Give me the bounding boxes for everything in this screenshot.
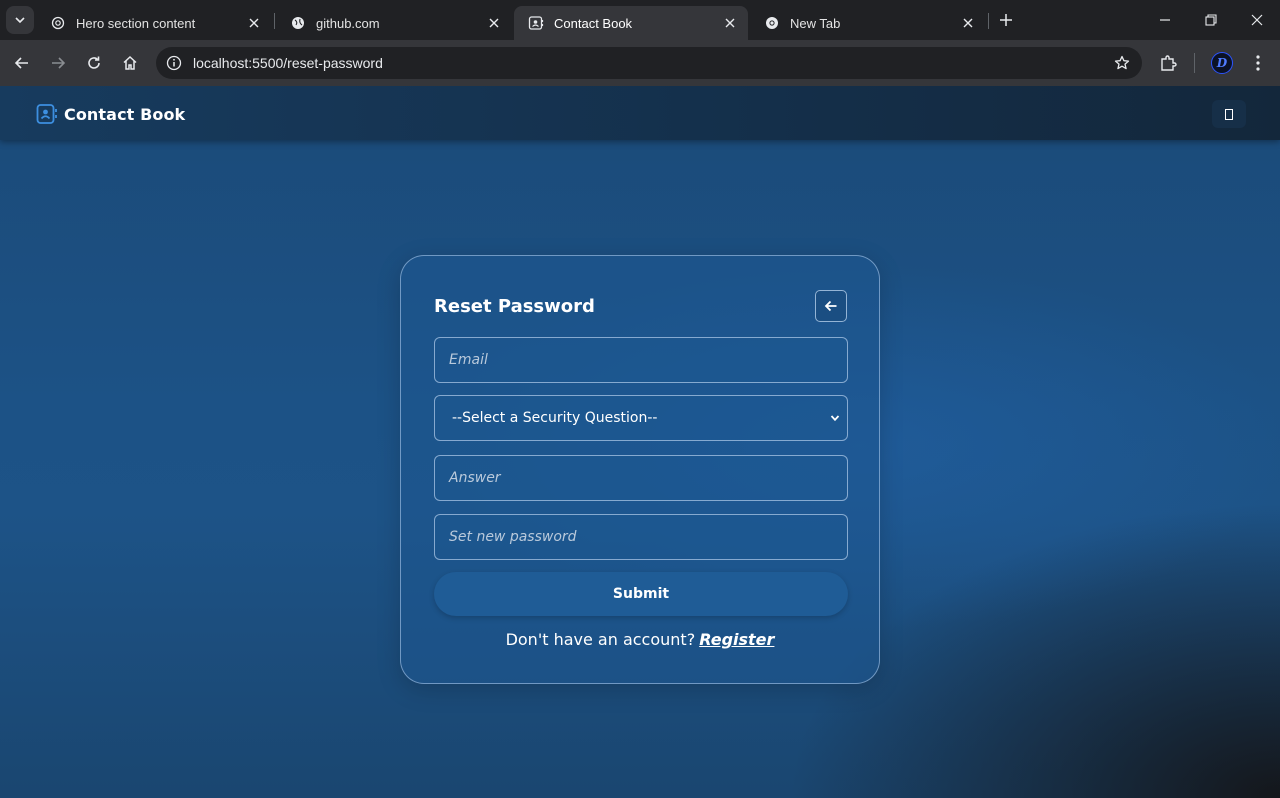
restore-button[interactable] bbox=[1188, 0, 1234, 40]
puzzle-icon bbox=[1161, 55, 1177, 71]
reload-icon bbox=[88, 56, 100, 69]
submit-button[interactable]: Submit bbox=[434, 572, 848, 616]
tab-title: github.com bbox=[316, 15, 380, 31]
toolbar-divider bbox=[1194, 53, 1195, 73]
restore-icon bbox=[1205, 14, 1217, 26]
email-placeholder: Email bbox=[449, 352, 488, 368]
tab-new-tab[interactable]: New Tab bbox=[750, 6, 986, 40]
more-vert-icon bbox=[1256, 55, 1260, 71]
browser-menu-button[interactable] bbox=[1242, 47, 1274, 79]
answer-field[interactable]: Answer bbox=[434, 455, 848, 501]
new-password-placeholder: Set new password bbox=[449, 529, 577, 545]
close-icon bbox=[1251, 14, 1263, 26]
address-bar[interactable]: localhost:5500/reset-password bbox=[156, 47, 1142, 79]
close-icon[interactable] bbox=[722, 15, 738, 31]
answer-placeholder: Answer bbox=[449, 470, 501, 486]
email-field[interactable]: Email bbox=[434, 337, 848, 383]
close-icon[interactable] bbox=[960, 15, 976, 31]
address-url[interactable]: localhost:5500/reset-password bbox=[193, 55, 383, 71]
home-icon bbox=[123, 55, 137, 70]
register-prompt-text: Don't have an account? bbox=[505, 630, 696, 649]
register-prompt: Don't have an account? Register bbox=[401, 630, 879, 649]
reload-button[interactable] bbox=[78, 47, 110, 79]
tab-title: Contact Book bbox=[554, 15, 633, 31]
tab-github[interactable]: github.com bbox=[276, 6, 512, 40]
brand-name: Contact Book bbox=[64, 104, 186, 124]
new-tab-button[interactable] bbox=[994, 8, 1018, 32]
chrome-icon bbox=[764, 15, 780, 31]
close-window-button[interactable] bbox=[1234, 0, 1280, 40]
close-icon[interactable] bbox=[486, 15, 502, 31]
page-content: Contact Book Reset Password Email --Sele… bbox=[0, 86, 1280, 798]
tab-title: Hero section content bbox=[76, 15, 196, 31]
plus-icon bbox=[1000, 14, 1012, 26]
tab-divider bbox=[988, 13, 989, 29]
back-button[interactable] bbox=[6, 47, 38, 79]
profile-avatar[interactable]: D bbox=[1211, 52, 1233, 74]
tab-divider bbox=[274, 13, 275, 29]
register-link[interactable]: Register bbox=[699, 630, 774, 649]
close-icon[interactable] bbox=[246, 15, 262, 31]
bookmark-star-icon[interactable] bbox=[1110, 51, 1134, 75]
contact-book-icon bbox=[528, 15, 544, 31]
site-info-icon[interactable] bbox=[158, 47, 190, 79]
arrow-left-icon bbox=[824, 300, 837, 312]
form-title: Reset Password bbox=[434, 296, 595, 317]
minimize-button[interactable] bbox=[1142, 0, 1188, 40]
tab-title: New Tab bbox=[790, 15, 841, 31]
brand[interactable]: Contact Book bbox=[36, 103, 185, 125]
minimize-icon bbox=[1160, 19, 1170, 21]
forward-button[interactable] bbox=[42, 47, 74, 79]
menu-toggle-button[interactable] bbox=[1212, 100, 1246, 128]
globe-icon bbox=[290, 15, 306, 31]
arrow-left-icon bbox=[14, 57, 28, 69]
back-to-login-button[interactable] bbox=[815, 290, 847, 322]
reset-password-card: Reset Password Email --Select a Security… bbox=[400, 255, 880, 684]
menu-icon bbox=[1225, 108, 1233, 120]
security-question-select[interactable]: --Select a Security Question-- bbox=[434, 395, 848, 441]
contact-book-logo-icon bbox=[36, 103, 58, 125]
home-button[interactable] bbox=[114, 47, 146, 79]
security-question-selected: --Select a Security Question-- bbox=[452, 410, 658, 426]
chevron-down-icon bbox=[15, 17, 25, 24]
chevron-down-icon bbox=[829, 412, 841, 424]
arrow-right-icon bbox=[52, 57, 66, 69]
tab-search-button[interactable] bbox=[6, 6, 34, 34]
tab-hero-section[interactable]: Hero section content bbox=[36, 6, 272, 40]
tab-contact-book[interactable]: Contact Book bbox=[514, 6, 748, 40]
chatgpt-icon bbox=[50, 15, 66, 31]
extensions-button[interactable] bbox=[1152, 47, 1184, 79]
app-navbar: Contact Book bbox=[0, 86, 1280, 140]
new-password-field[interactable]: Set new password bbox=[434, 514, 848, 560]
tab-strip: Hero section content github.com Contact … bbox=[0, 0, 1280, 40]
